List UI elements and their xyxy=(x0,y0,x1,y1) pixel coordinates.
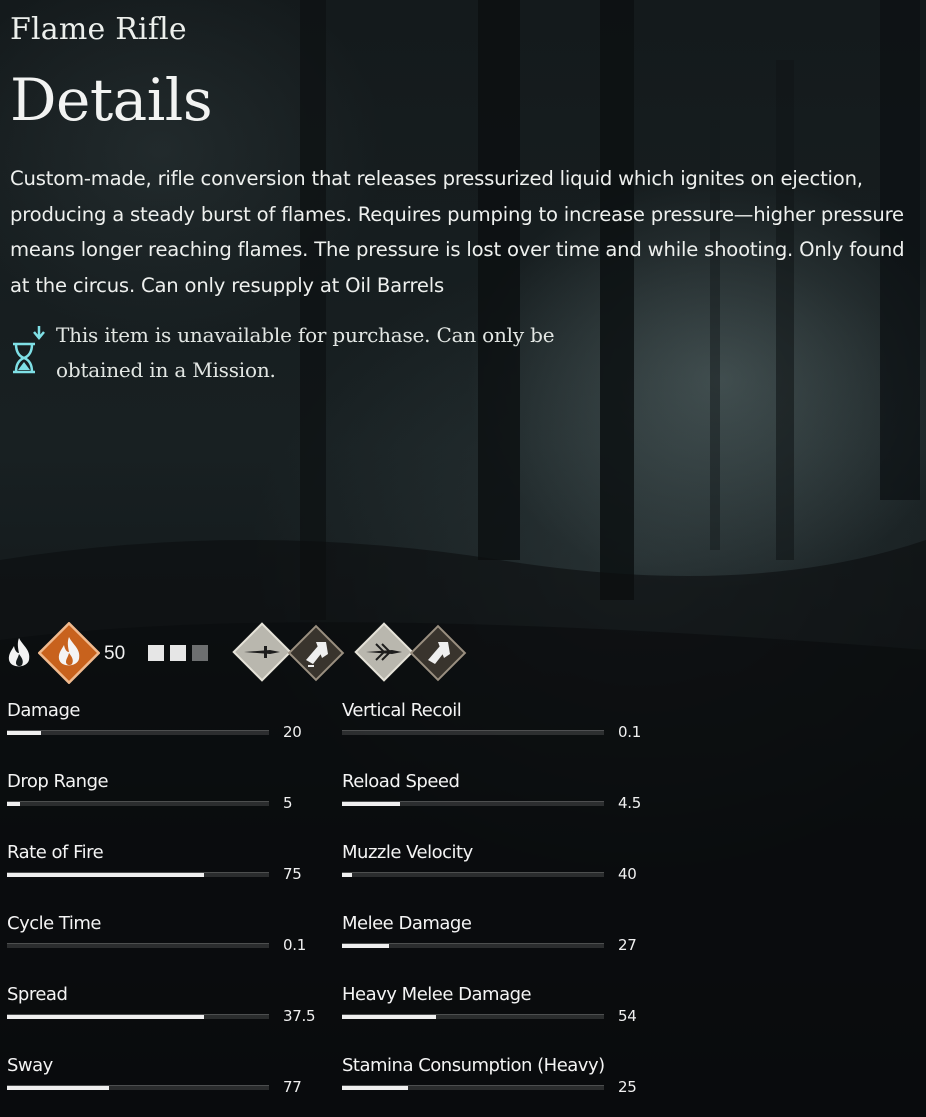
ammo-count: 50 xyxy=(104,643,126,664)
stat-label: Damage xyxy=(7,700,80,721)
stat-bar-fill xyxy=(342,802,400,806)
stat-value: 0.1 xyxy=(618,723,641,741)
stat-bar-fill xyxy=(7,802,21,806)
stat-damage: Damage 20 xyxy=(7,700,307,752)
stat-bar-track xyxy=(342,801,604,806)
stat-label: Cycle Time xyxy=(7,913,101,934)
weapon-traits-row xyxy=(0,620,926,686)
stat-bar-track xyxy=(7,730,269,735)
stat-bar-fill xyxy=(342,944,390,948)
ammo-slots-icon xyxy=(148,645,208,661)
stat-value: 5 xyxy=(283,794,293,812)
section-heading: Details xyxy=(10,66,213,134)
stat-reload-speed: Reload Speed 4.5 xyxy=(342,771,642,823)
stat-label: Melee Damage xyxy=(342,913,472,934)
stat-value: 25 xyxy=(618,1078,637,1096)
stat-value: 4.5 xyxy=(618,794,641,812)
stat-label: Sway xyxy=(7,1055,53,1076)
stat-vertical-recoil: Vertical Recoil 0.1 xyxy=(342,700,642,752)
stat-rate-of-fire: Rate of Fire 75 xyxy=(7,842,307,894)
stat-bar-track xyxy=(342,943,604,948)
incendiary-ammo-badge-icon[interactable] xyxy=(38,622,100,684)
stat-bar-track xyxy=(342,872,604,877)
stat-label: Rate of Fire xyxy=(7,842,104,863)
stat-value: 0.1 xyxy=(283,936,306,954)
item-description: Custom-made, rifle conversion that relea… xyxy=(10,167,905,297)
stat-value: 77 xyxy=(283,1078,302,1096)
stat-value: 40 xyxy=(618,865,637,883)
stat-label: Reload Speed xyxy=(342,771,460,792)
stat-spread: Spread 37.5 xyxy=(7,984,316,1036)
stat-sway: Sway 77 xyxy=(7,1055,307,1107)
stat-bar-fill xyxy=(7,1086,110,1090)
stat-label: Stamina Consumption (Heavy) xyxy=(342,1055,605,1076)
stat-drop-range: Drop Range 5 xyxy=(7,771,307,823)
stat-label: Muzzle Velocity xyxy=(342,842,473,863)
stat-muzzle-velocity: Muzzle Velocity 40 xyxy=(342,842,642,894)
stat-bar-track xyxy=(7,872,269,877)
stat-bar-track xyxy=(342,1085,604,1090)
stat-bar-fill xyxy=(342,1086,408,1090)
item-title: Flame Rifle xyxy=(10,12,187,47)
stat-value: 54 xyxy=(618,1007,637,1025)
stat-bar-fill xyxy=(342,873,353,877)
stat-label: Drop Range xyxy=(7,771,109,792)
purchase-notice: This item is unavailable for purchase. C… xyxy=(10,318,616,388)
stat-bar-fill xyxy=(7,1015,204,1019)
stat-value: 75 xyxy=(283,865,302,883)
stat-bar-fill xyxy=(7,731,42,735)
stat-melee-damage: Melee Damage 27 xyxy=(342,913,642,965)
stat-label: Heavy Melee Damage xyxy=(342,984,532,1005)
stat-value: 37.5 xyxy=(283,1007,316,1025)
notice-text: This item is unavailable for purchase. C… xyxy=(56,323,555,382)
hourglass-icon xyxy=(13,326,45,374)
stat-value: 27 xyxy=(618,936,637,954)
stat-bar-track xyxy=(7,1085,269,1090)
stat-label: Vertical Recoil xyxy=(342,700,462,721)
alt-heavy-melee-icon[interactable] xyxy=(408,624,470,684)
stat-bar-track xyxy=(7,801,269,806)
stat-stamina-consumption-heavy: Stamina Consumption (Heavy) 25 xyxy=(342,1055,642,1107)
stat-bar-track xyxy=(342,1014,604,1019)
stat-value: 20 xyxy=(283,723,302,741)
stat-bar-track xyxy=(7,943,269,948)
heavy-melee-icon[interactable] xyxy=(286,624,348,684)
fire-ammo-icon[interactable] xyxy=(4,636,34,670)
stat-heavy-melee-damage: Heavy Melee Damage 54 xyxy=(342,984,642,1036)
stat-bar-fill xyxy=(7,873,204,877)
stat-bar-fill xyxy=(342,1015,437,1019)
stat-label: Spread xyxy=(7,984,68,1005)
stat-bar-track xyxy=(7,1014,269,1019)
stat-bar-track xyxy=(342,730,604,735)
stat-cycle-time: Cycle Time 0.1 xyxy=(7,913,307,965)
